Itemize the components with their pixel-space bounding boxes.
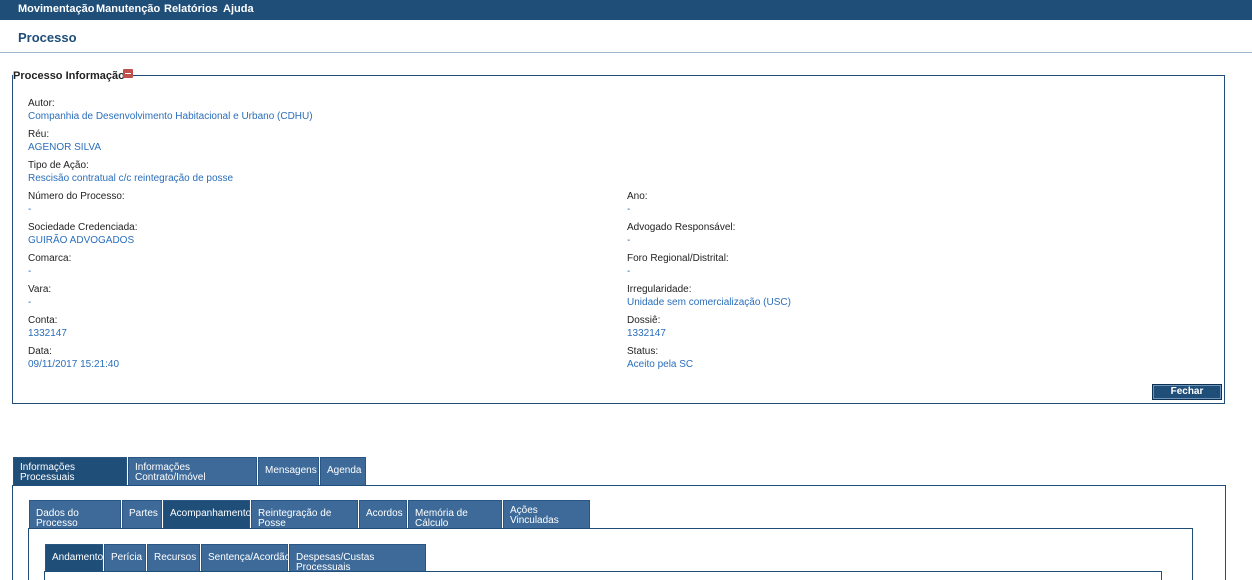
- field-label: Conta:: [28, 315, 58, 326]
- tab-label: Agenda: [327, 465, 362, 476]
- field-value: -: [627, 266, 631, 277]
- page-header: Processo: [0, 20, 1252, 53]
- field-value: -: [627, 235, 631, 246]
- close-button[interactable]: Fechar: [1152, 384, 1222, 400]
- tab-label: Reintegração de Posse: [258, 508, 332, 529]
- tab-label: Recursos: [154, 552, 197, 563]
- field-label: Foro Regional/Distrital:: [627, 253, 729, 264]
- tab-label: Contrato/Imóvel: [135, 472, 206, 483]
- field-value: 1332147: [28, 328, 67, 339]
- tab-label: Dados do Processo: [36, 508, 79, 529]
- field-label: Dossiê:: [627, 315, 661, 326]
- tab-label: Mensagens: [265, 465, 317, 476]
- field-sociedade-credenciada: Sociedade Credenciada: GUIRÃO ADVOGADOS: [28, 221, 138, 247]
- tab-andamento[interactable]: Andamento: [45, 544, 103, 571]
- top-navigation-bar: Movimentação Manutenção Relatórios Ajuda: [0, 0, 1252, 20]
- tab-label: Memória de Cálculo: [415, 508, 468, 529]
- field-value: 09/11/2017 15:21:40: [28, 359, 120, 370]
- tab-sentenca-acordao[interactable]: Sentença/Acordão: [201, 544, 291, 571]
- field-label: Irregularidade:: [627, 284, 692, 295]
- tab-informacoes-processuais[interactable]: Informações Processuais: [13, 457, 127, 485]
- field-value: Companhia de Desenvolvimento Habitaciona…: [28, 111, 313, 122]
- tab-mensagens[interactable]: Mensagens: [258, 457, 319, 485]
- collapse-icon[interactable]: [123, 69, 133, 78]
- field-value: GUIRÃO ADVOGADOS: [28, 235, 135, 246]
- tab-memoria-de-calculo[interactable]: Memória de Cálculo: [408, 500, 502, 529]
- field-label: Réu:: [28, 129, 50, 140]
- tab-label: Acompanhamento: [170, 508, 252, 519]
- field-foro: Foro Regional/Distrital: -: [627, 252, 729, 278]
- tab-agenda[interactable]: Agenda: [320, 457, 366, 485]
- menu-ajuda[interactable]: Ajuda: [223, 3, 254, 15]
- field-value: Aceito pela SC: [627, 359, 694, 370]
- field-label: Ano:: [627, 191, 648, 202]
- field-status: Status: Aceito pela SC: [627, 345, 693, 371]
- tab-informacoes-contrato-imovel[interactable]: Informações Contrato/Imóvel: [128, 457, 257, 485]
- tab-recursos[interactable]: Recursos: [147, 544, 200, 571]
- tab-partes[interactable]: Partes: [122, 500, 162, 528]
- tab-label: Andamento: [52, 552, 104, 563]
- field-ano: Ano: -: [627, 190, 648, 216]
- field-value: -: [28, 266, 32, 277]
- field-label: Sociedade Credenciada:: [28, 222, 138, 233]
- tab-label: Perícia: [111, 552, 143, 563]
- field-label: Advogado Responsável:: [627, 222, 736, 233]
- field-label: Tipo de Ação:: [28, 160, 89, 171]
- field-value: AGENOR SILVA: [28, 142, 101, 153]
- field-value: Rescisão contratual c/c reintegração de …: [28, 173, 234, 184]
- menu-relatorios[interactable]: Relatórios: [164, 3, 218, 15]
- tab-dados-do-processo[interactable]: Dados do Processo: [29, 500, 121, 529]
- field-data: Data: 09/11/2017 15:21:40: [28, 345, 119, 371]
- field-autor: Autor: Companhia de Desenvolvimento Habi…: [28, 97, 313, 123]
- field-dossie: Dossiê: 1332147: [627, 314, 666, 340]
- field-label: Comarca:: [28, 253, 72, 264]
- tab-label: Sentença/Acordão: [208, 552, 291, 563]
- tab-pericia[interactable]: Perícia: [104, 544, 146, 571]
- field-advogado-responsavel: Advogado Responsável: -: [627, 221, 735, 247]
- field-label: Vara:: [28, 284, 52, 295]
- field-numero-processo: Número do Processo: -: [28, 190, 125, 216]
- field-comarca: Comarca: -: [28, 252, 71, 278]
- field-conta: Conta: 1332147: [28, 314, 67, 340]
- field-label: Status:: [627, 346, 659, 357]
- field-vara: Vara: -: [28, 283, 51, 309]
- field-value: -: [28, 297, 32, 308]
- field-value: -: [627, 204, 631, 215]
- process-info-panel: [12, 75, 1225, 404]
- tab-label: Processuais: [20, 472, 75, 483]
- field-value: Unidade sem comercialização (USC): [627, 297, 791, 308]
- field-value: 1332147: [627, 328, 666, 339]
- tab-acordos[interactable]: Acordos: [359, 500, 407, 528]
- field-irregularidade: Irregularidade: Unidade sem comercializa…: [627, 283, 791, 309]
- tab-acoes-vinculadas[interactable]: Ações Vinculadas: [503, 500, 590, 528]
- field-label: Autor:: [28, 98, 55, 109]
- page-title: Processo: [18, 30, 77, 45]
- tab-panel-level3: [44, 571, 1162, 580]
- tab-reintegracao-de-posse[interactable]: Reintegração de Posse: [251, 500, 358, 529]
- process-info-legend: Processo Informação: [13, 70, 128, 82]
- field-label: Data:: [28, 346, 52, 357]
- tab-label: Vinculadas: [510, 515, 559, 526]
- field-label: Número do Processo:: [28, 191, 125, 202]
- tab-despesas-custas-processuais[interactable]: Despesas/Custas Processuais: [289, 544, 426, 573]
- field-reu: Réu: AGENOR SILVA: [28, 128, 101, 154]
- field-tipo-acao: Tipo de Ação: Rescisão contratual c/c re…: [28, 159, 233, 185]
- tab-acompanhamento[interactable]: Acompanhamento: [163, 500, 252, 528]
- field-value: -: [28, 204, 32, 215]
- tab-label: Acordos: [366, 508, 403, 519]
- menu-movimentacao[interactable]: Movimentação: [18, 3, 94, 15]
- menu-manutencao[interactable]: Manutenção: [96, 3, 160, 15]
- tab-label: Despesas/Custas Processuais: [296, 552, 375, 573]
- tab-label: Partes: [129, 508, 158, 519]
